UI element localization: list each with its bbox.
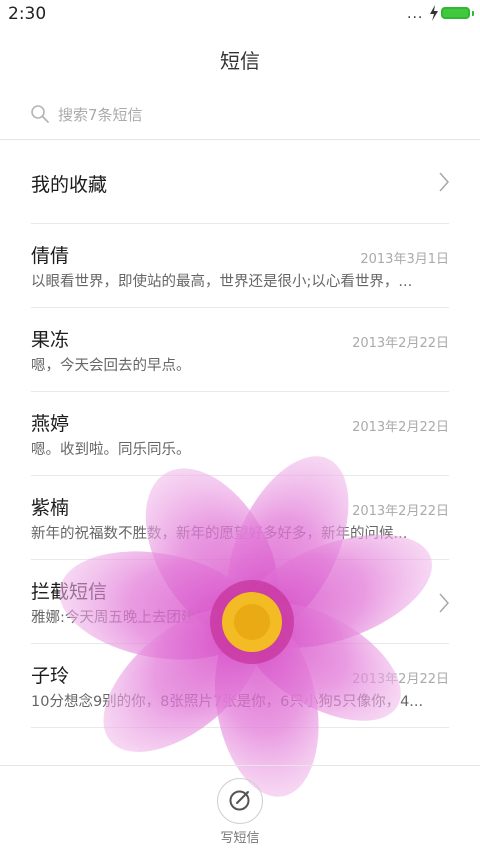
favorites-item[interactable]: 我的收藏 [31,160,451,206]
message-preview: 10分想念9别的你，8张照片7张是你，6只小狗5只像你，4... [31,694,424,710]
contact-name: 拦截短信 [31,581,108,603]
search-bar[interactable]: 搜索7条短信 [30,100,450,128]
page-title: 短信 [220,49,260,73]
battery-icon [441,7,470,19]
row-divider [31,727,449,728]
status-time: 2:30 [8,4,47,24]
chevron-right-icon [439,593,449,613]
message-preview: 雅娜:今天周五晚上去团建吧，走起！ [31,610,268,626]
search-icon [31,105,49,123]
row-divider [31,643,449,644]
message-preview: 嗯。收到啦。同乐同乐。 [31,442,191,458]
row-divider [31,475,449,476]
contact-name: 倩倩 [31,245,70,267]
status-bar: 2:30 ... [0,0,480,28]
chevron-right-icon [439,172,449,192]
favorites-label: 我的收藏 [31,174,108,196]
charging-icon [430,5,438,21]
contact-name: 子玲 [31,665,70,687]
conversation-row[interactable]: 果冻 2013年2月22日 嗯，今天会回去的早点。 [31,307,449,391]
compose-button[interactable] [217,778,263,824]
message-preview: 以眼看世界，即使站的最高，世界还是很小;以心看世界，... [31,274,413,290]
contact-name: 果冻 [31,329,70,351]
row-divider [31,391,449,392]
row-divider [31,307,449,308]
conversation-row[interactable]: 倩倩 2013年3月1日 以眼看世界，即使站的最高，世界还是很小;以心看世界，.… [31,223,449,307]
blocked-messages-row[interactable]: 拦截短信 雅娜:今天周五晚上去团建吧，走起！ [31,559,449,643]
list-end-divider [31,727,449,728]
message-preview: 嗯，今天会回去的早点。 [31,358,191,374]
search-divider [0,139,480,140]
contact-name: 紫楠 [31,497,70,519]
message-date: 2013年3月1日 [360,252,449,267]
message-preview: 新年的祝福数不胜数，新年的愿望好多好多，新年的问候... [31,526,408,542]
bottom-divider [0,765,480,766]
message-date: 2013年2月22日 [352,336,449,351]
notification-dots-icon: ... [407,6,424,22]
compose-label: 写短信 [220,831,260,846]
contact-name: 燕婷 [31,413,70,435]
conversation-row[interactable]: 紫楠 2013年2月22日 新年的祝福数不胜数，新年的愿望好多好多，新年的问候.… [31,475,449,559]
message-date: 2013年2月22日 [352,504,449,519]
conversation-row[interactable]: 子玲 2013年2月22日 10分想念9别的你，8张照片7张是你，6只小狗5只像… [31,643,449,727]
row-divider [31,223,449,224]
search-placeholder: 搜索7条短信 [58,106,143,124]
battery-tip [472,11,474,16]
message-date: 2013年2月22日 [352,420,449,435]
row-divider [31,559,449,560]
message-date: 2013年2月22日 [352,672,449,687]
compose-icon [229,790,250,811]
conversation-row[interactable]: 燕婷 2013年2月22日 嗯。收到啦。同乐同乐。 [31,391,449,475]
